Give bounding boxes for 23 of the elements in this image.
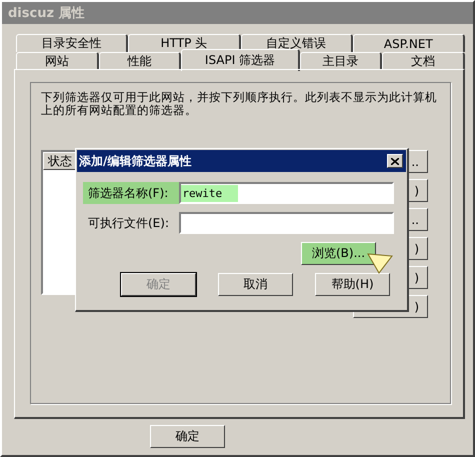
field-label: 筛选器名称(F): [83, 182, 180, 204]
tab[interactable]: 目录安全性 [16, 34, 128, 52]
description-text: 下列筛选器仅可用于此网站，并按下列顺序执行。此列表不显示为此计算机上的所有网站配置的筛选器。 [41, 91, 438, 117]
browse-button[interactable]: 浏览(B)... [301, 242, 376, 265]
tab[interactable]: ISAPI 筛选器 [181, 49, 300, 71]
dialog-button[interactable]: 帮助(H) [315, 273, 390, 296]
dialog-button[interactable]: 取消 [218, 273, 293, 296]
field-value: rewite [181, 184, 238, 202]
input-field[interactable] [179, 212, 394, 234]
pointer-icon [367, 252, 393, 274]
tab[interactable]: 自定义错误 [240, 34, 353, 52]
ok-button[interactable]: 确定 [150, 425, 225, 448]
close-button[interactable] [387, 154, 403, 168]
input-field[interactable]: rewite [179, 182, 394, 204]
tab[interactable]: 网站 [16, 52, 99, 70]
tab[interactable]: ASP.NET [352, 34, 465, 52]
field-label: 可执行文件(E): [87, 215, 170, 232]
tab[interactable]: HTTP 头 [128, 34, 240, 52]
tab[interactable]: 主目录 [300, 52, 382, 70]
window-title: discuz 属性 [8, 5, 85, 22]
tab[interactable]: 性能 [98, 52, 182, 70]
close-icon [391, 158, 399, 164]
tab[interactable]: 文档 [382, 52, 466, 70]
